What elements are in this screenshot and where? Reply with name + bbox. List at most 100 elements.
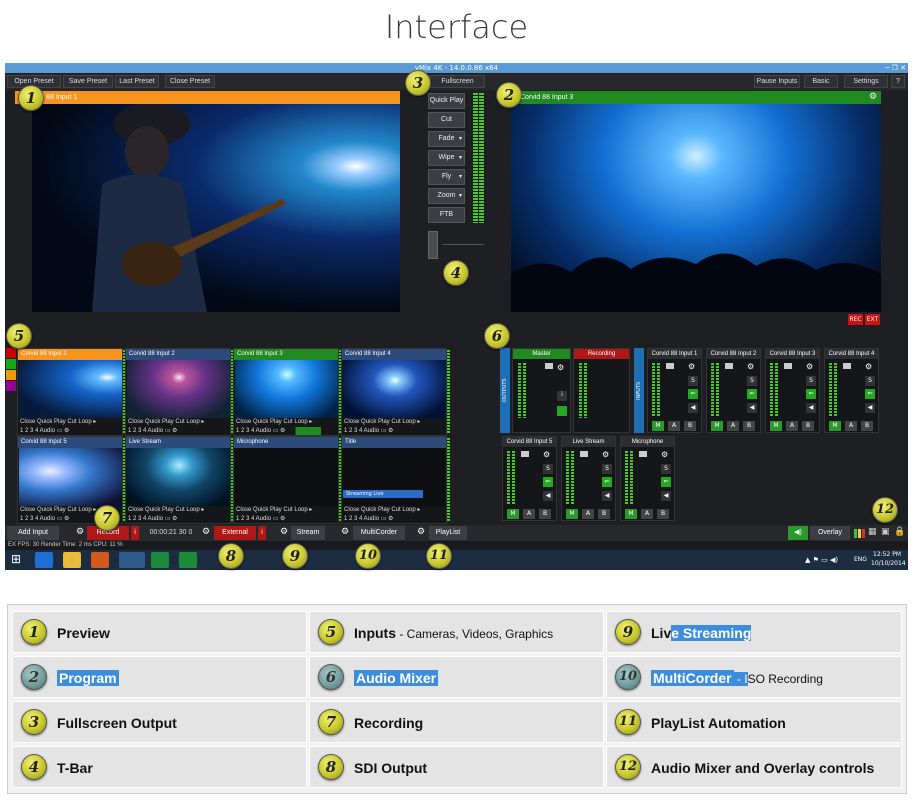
pause-inputs-button[interactable]: Pause Inputs bbox=[754, 75, 800, 88]
input-thumbnail[interactable] bbox=[19, 360, 122, 418]
speaker-icon[interactable]: ◀ bbox=[747, 403, 757, 413]
solo-button[interactable]: S bbox=[661, 464, 671, 474]
route-arrow-icon[interactable]: ⇐ bbox=[602, 477, 612, 487]
mixer-gear-icon[interactable]: ⚙ bbox=[602, 450, 609, 459]
input-layer-buttons[interactable]: 1 2 3 4 Audio ▭ ⚙ bbox=[126, 515, 230, 523]
route-arrow-icon[interactable]: ⇐ bbox=[661, 477, 671, 487]
bus-b-button[interactable]: B bbox=[598, 509, 610, 519]
input-thumbnail[interactable] bbox=[127, 360, 230, 418]
internet-explorer-icon[interactable] bbox=[35, 552, 53, 568]
input-box[interactable]: Corvid 88 Input 2 Close Quick Play Cut Lo… bbox=[125, 348, 231, 436]
input-controls[interactable]: Close Quick Play Cut Loop ▸ bbox=[126, 418, 230, 427]
save-preset-button[interactable]: Save Preset bbox=[63, 75, 113, 88]
bus-m-button[interactable]: M bbox=[711, 421, 723, 431]
input-controls[interactable]: Close Quick Play Cut Loop ▸ bbox=[126, 506, 230, 515]
input-box[interactable]: Corvid 88 Input 3 Close Quick Play Cut Lo… bbox=[233, 348, 339, 436]
solo-button[interactable]: S bbox=[543, 464, 553, 474]
bus-m-button[interactable]: M bbox=[507, 509, 519, 519]
mixer-channel[interactable]: Corvid 88 Input 1 ⚙ S ⇐ ◀ M A B bbox=[647, 348, 702, 433]
last-preset-button[interactable]: Last Preset bbox=[115, 75, 159, 88]
input-layer-buttons[interactable]: 1 2 3 4 Audio ▭ ⚙ bbox=[234, 427, 338, 435]
input-controls[interactable]: Close Quick Play Cut Loop ▸ bbox=[342, 506, 446, 515]
input-layer-buttons[interactable]: 1 2 3 4 Audio ▭ ⚙ bbox=[126, 427, 230, 435]
overlay-3-indicator[interactable] bbox=[862, 529, 865, 538]
input-box[interactable]: Corvid 88 Input 4 Close Quick Play Cut Lo… bbox=[341, 348, 447, 436]
color-tab-orange[interactable] bbox=[6, 370, 16, 380]
mixer-channel[interactable]: Corvid 88 Input 4 ⚙ S ⇐ ◀ M A B bbox=[824, 348, 879, 433]
mixer-fader[interactable] bbox=[666, 363, 674, 369]
overlay-1-indicator[interactable] bbox=[854, 529, 857, 538]
input-thumbnail[interactable]: Streaming Live bbox=[343, 448, 446, 506]
bus-a-button[interactable]: A bbox=[641, 509, 653, 519]
input-title[interactable]: Live Stream bbox=[126, 437, 230, 448]
app-green-icon[interactable] bbox=[151, 552, 169, 568]
bus-m-button[interactable]: M bbox=[770, 421, 782, 431]
speaker-icon[interactable]: ◀ bbox=[543, 491, 553, 501]
bus-a-button[interactable]: A bbox=[845, 421, 857, 431]
solo-button[interactable]: S bbox=[806, 376, 816, 386]
external-button[interactable]: External bbox=[214, 526, 256, 540]
multicorder-button[interactable]: MultiCorder bbox=[353, 526, 405, 540]
master-gear-icon[interactable]: ⚙ bbox=[557, 363, 564, 372]
close-preset-button[interactable]: Close Preset bbox=[165, 75, 215, 88]
input-title[interactable]: Microphone bbox=[234, 437, 338, 448]
overlay-speaker-icon[interactable]: ◀) bbox=[788, 526, 808, 540]
mixer-fader[interactable] bbox=[521, 451, 529, 457]
input-title[interactable]: Corvid 88 Input 1 bbox=[18, 349, 122, 360]
mixer-gear-icon[interactable]: ⚙ bbox=[865, 362, 872, 371]
mixer-gear-icon[interactable]: ⚙ bbox=[543, 450, 550, 459]
input-box[interactable]: Corvid 88 Input 1 Close Quick Play Cut Lo… bbox=[17, 348, 123, 436]
bus-m-button[interactable]: M bbox=[652, 421, 664, 431]
help-button[interactable]: ? bbox=[891, 75, 905, 88]
input-box[interactable]: Live Stream Close Quick Play Cut Loop ▸ 1 … bbox=[125, 436, 231, 524]
input-box[interactable]: Title Streaming Live Close Quick Play Cut … bbox=[341, 436, 447, 524]
input-controls[interactable]: Close Quick Play Cut Loop ▸ bbox=[342, 418, 446, 427]
multicorder-gear-icon[interactable]: ⚙ bbox=[341, 527, 349, 537]
mixer-fader[interactable] bbox=[843, 363, 851, 369]
input-thumbnail[interactable] bbox=[19, 448, 122, 506]
solo-button[interactable]: S bbox=[602, 464, 612, 474]
program-gear-icon[interactable]: ⚙ bbox=[869, 92, 877, 102]
zoom-button[interactable]: Zoom bbox=[428, 188, 465, 204]
fade-button[interactable]: Fade bbox=[428, 131, 465, 147]
solo-button[interactable]: S bbox=[865, 376, 875, 386]
stream-button[interactable]: Stream bbox=[291, 526, 325, 540]
wipe-button[interactable]: Wipe bbox=[428, 150, 465, 166]
external-gear-icon[interactable]: ⚙ bbox=[202, 527, 210, 537]
screen-icon[interactable]: ▣ bbox=[881, 527, 890, 537]
external-info-button[interactable]: i bbox=[258, 526, 266, 540]
speaker-icon[interactable]: ◀ bbox=[806, 403, 816, 413]
stream-gear-icon[interactable]: ⚙ bbox=[280, 527, 288, 537]
route-arrow-icon[interactable]: ⇐ bbox=[865, 389, 875, 399]
mixer-gear-icon[interactable]: ⚙ bbox=[661, 450, 668, 459]
master-fader[interactable] bbox=[545, 363, 553, 369]
route-arrow-icon[interactable]: ⇐ bbox=[747, 389, 757, 399]
input-thumbnail[interactable] bbox=[235, 360, 338, 418]
input-layer-buttons[interactable]: 1 2 3 4 Audio ▭ ⚙ bbox=[342, 427, 446, 435]
bus-a-button[interactable]: A bbox=[786, 421, 798, 431]
input-title[interactable]: Corvid 88 Input 3 bbox=[234, 349, 338, 360]
color-tab-red[interactable] bbox=[6, 348, 16, 358]
windows-start-icon[interactable]: ⊞ bbox=[11, 552, 21, 566]
input-layer-buttons[interactable]: 1 2 3 4 Audio ▭ ⚙ bbox=[342, 515, 446, 523]
input-controls[interactable]: Close Quick Play Cut Loop ▸ bbox=[18, 418, 122, 427]
recording-strip[interactable]: Recording bbox=[573, 348, 630, 433]
record-gear-icon[interactable]: ⚙ bbox=[76, 527, 84, 537]
mixer-channel[interactable]: Corvid 88 Input 3 ⚙ S ⇐ ◀ M A B bbox=[765, 348, 820, 433]
speaker-icon[interactable]: ◀ bbox=[865, 403, 875, 413]
bus-a-button[interactable]: A bbox=[668, 421, 680, 431]
lock-icon[interactable]: 🔒 bbox=[894, 527, 905, 537]
ftb-button[interactable]: FTB bbox=[428, 207, 465, 223]
input-controls[interactable]: Close Quick Play Cut Loop ▸ bbox=[234, 506, 338, 515]
mixer-fader[interactable] bbox=[639, 451, 647, 457]
color-tab-purple[interactable] bbox=[6, 381, 16, 391]
basic-button[interactable]: Basic bbox=[804, 75, 838, 88]
multiview-grid-icon[interactable]: ▦ bbox=[868, 527, 877, 537]
mixer-channel[interactable]: Corvid 88 Input 5 ⚙ S ⇐ ◀ M A B bbox=[502, 436, 557, 521]
speaker-icon[interactable]: ◀ bbox=[602, 491, 612, 501]
input-title[interactable]: Corvid 88 Input 5 bbox=[18, 437, 122, 448]
vmix-taskbar-icon[interactable] bbox=[119, 552, 145, 568]
input-title[interactable]: Corvid 88 Input 4 bbox=[342, 349, 446, 360]
rec-indicator[interactable]: REC bbox=[848, 314, 863, 325]
bus-b-button[interactable]: B bbox=[743, 421, 755, 431]
